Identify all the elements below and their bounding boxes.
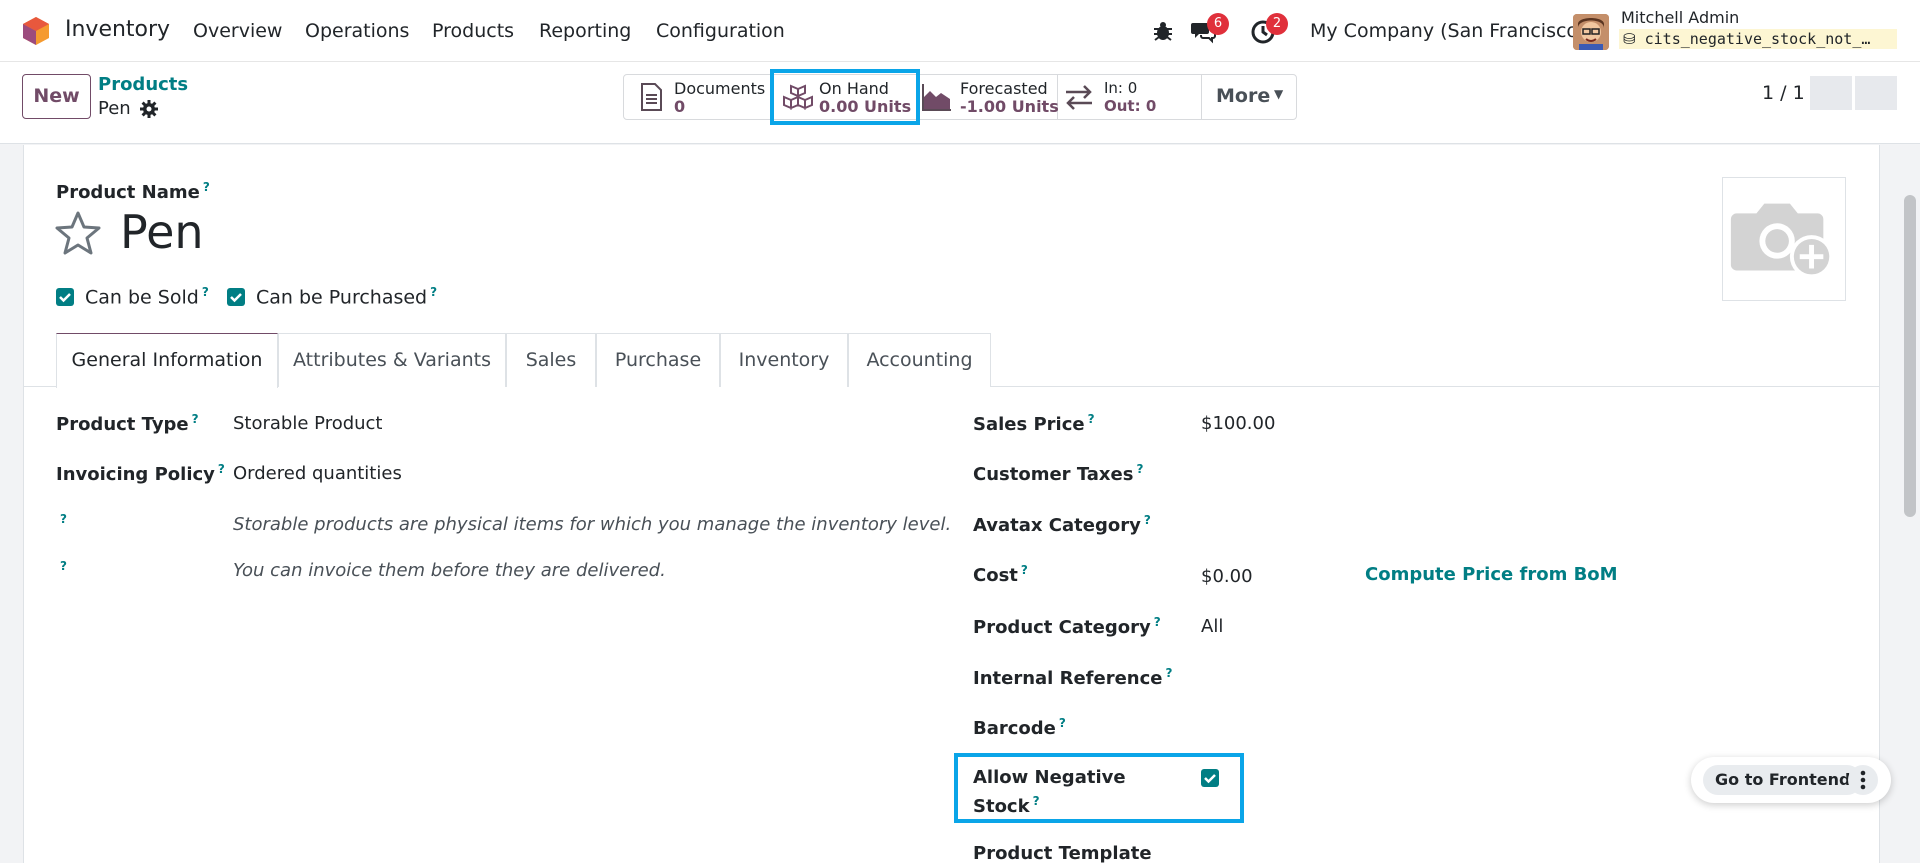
allow-negative-stock-highlight: [954, 753, 1244, 823]
favorite-star-icon[interactable]: [55, 210, 101, 256]
go-to-frontend-widget: Go to Frontend: [1691, 757, 1891, 803]
more-dropdown-button[interactable]: More ▼: [1202, 75, 1296, 119]
cost-input[interactable]: $0.00: [1201, 566, 1253, 587]
notebook-tabs: General Information Attributes & Variant…: [23, 333, 1880, 388]
invoicing-policy-label: Invoicing Policy?: [56, 462, 225, 485]
product-name-input[interactable]: Pen: [120, 205, 204, 259]
kebab-menu-icon[interactable]: [1848, 765, 1878, 795]
control-panel: New Products Pen Documents 0 On Hand 0.0…: [0, 62, 1920, 144]
user-avatar[interactable]: [1573, 14, 1609, 50]
forecasted-label: Forecasted: [960, 79, 1048, 98]
odoo-app-icon[interactable]: [22, 16, 50, 46]
database-icon: ⛁: [1623, 30, 1636, 48]
top-navbar: Inventory Overview Operations Products R…: [0, 0, 1920, 62]
can-be-sold-checkbox[interactable]: [56, 288, 74, 306]
activities-badge: 2: [1266, 13, 1288, 35]
invoicing-policy-select[interactable]: Ordered quantities: [233, 463, 402, 484]
pager-next-button[interactable]: [1855, 76, 1897, 110]
database-name-text: cits_negative_stock_not_…: [1644, 30, 1871, 48]
invoicing-help: You can invoice them before they are del…: [233, 560, 666, 581]
product-image-upload[interactable]: [1722, 177, 1846, 301]
menu-operations[interactable]: Operations: [305, 20, 409, 42]
database-name: ⛁ cits_negative_stock_not_…: [1619, 29, 1897, 49]
cost-label: Cost?: [973, 563, 1028, 586]
help-tooltip-icon[interactable]: ?: [60, 512, 67, 526]
on-hand-highlight: [770, 69, 920, 125]
more-label: More: [1216, 85, 1271, 107]
documents-value: 0: [674, 97, 686, 116]
product-type-label: Product Type?: [56, 412, 199, 435]
messages-badge: 6: [1207, 13, 1229, 35]
menu-products[interactable]: Products: [432, 20, 514, 42]
customer-taxes-label: Customer Taxes?: [973, 462, 1144, 485]
forecasted-smart-button[interactable]: Forecasted -1.00 Units: [918, 75, 1059, 119]
breadcrumb-current: Pen: [98, 98, 131, 119]
barcode-label: Barcode?: [973, 716, 1066, 739]
product-name-label: Product Name?: [56, 180, 210, 203]
can-be-purchased-checkbox[interactable]: [227, 288, 245, 306]
menu-reporting[interactable]: Reporting: [539, 20, 631, 42]
menu-overview[interactable]: Overview: [193, 20, 282, 42]
scrollbar-thumb[interactable]: [1904, 195, 1916, 517]
sales-price-input[interactable]: $100.00: [1201, 413, 1275, 434]
tab-inventory[interactable]: Inventory: [720, 333, 848, 387]
can-be-purchased-label: Can be Purchased?: [256, 285, 438, 309]
tab-purchase[interactable]: Purchase: [596, 333, 720, 387]
in-label: In: 0: [1104, 79, 1138, 97]
document-icon: [641, 83, 662, 111]
sales-price-label: Sales Price?: [973, 412, 1095, 435]
in-out-smart-button[interactable]: In: 0 Out: 0: [1058, 75, 1202, 119]
internal-reference-label: Internal Reference?: [973, 666, 1173, 689]
product-category-select[interactable]: All: [1201, 616, 1223, 637]
go-to-frontend-button[interactable]: Go to Frontend: [1703, 765, 1863, 795]
form-sheet: [23, 145, 1880, 863]
tab-general-information[interactable]: General Information: [56, 333, 278, 388]
documents-smart-button[interactable]: Documents 0: [624, 75, 771, 119]
check-icon: [59, 293, 71, 303]
product-template-label: Product Template: [973, 843, 1152, 863]
product-type-help: Storable products are physical items for…: [233, 514, 952, 535]
camera-add-icon: [1730, 203, 1834, 279]
exchange-arrows-icon: [1066, 85, 1092, 110]
documents-label: Documents: [674, 79, 766, 98]
check-icon: [230, 293, 242, 303]
can-be-sold-label: Can be Sold?: [85, 285, 209, 309]
new-button[interactable]: New: [22, 74, 91, 119]
user-name[interactable]: Mitchell Admin: [1621, 8, 1739, 27]
gear-icon[interactable]: [140, 100, 158, 118]
pager-value[interactable]: 1 / 1: [1762, 82, 1805, 104]
tab-sales[interactable]: Sales: [506, 333, 596, 387]
company-switcher[interactable]: My Company (San Francisco): [1310, 20, 1585, 42]
avatax-category-label: Avatax Category?: [973, 513, 1151, 536]
tab-accounting[interactable]: Accounting: [848, 333, 991, 387]
pager-previous-button[interactable]: [1810, 76, 1852, 110]
breadcrumb-products[interactable]: Products: [98, 74, 188, 95]
out-label: Out: 0: [1104, 97, 1157, 115]
caret-down-icon: ▼: [1274, 87, 1284, 101]
product-type-select[interactable]: Storable Product: [233, 413, 383, 434]
tab-attributes-variants[interactable]: Attributes & Variants: [278, 333, 506, 387]
compute-price-from-bom-button[interactable]: Compute Price from BoM: [1365, 564, 1618, 585]
help-tooltip-icon: ?: [202, 180, 210, 194]
menu-configuration[interactable]: Configuration: [656, 20, 785, 42]
product-category-label: Product Category?: [973, 615, 1161, 638]
help-tooltip-icon[interactable]: ?: [60, 559, 67, 573]
area-chart-icon: [922, 84, 951, 111]
smart-buttons: Documents 0 On Hand 0.00 Units Forecaste…: [623, 74, 1297, 120]
forecasted-value: -1.00 Units: [960, 97, 1059, 116]
bug-icon[interactable]: [1150, 18, 1176, 44]
app-name[interactable]: Inventory: [65, 17, 170, 42]
